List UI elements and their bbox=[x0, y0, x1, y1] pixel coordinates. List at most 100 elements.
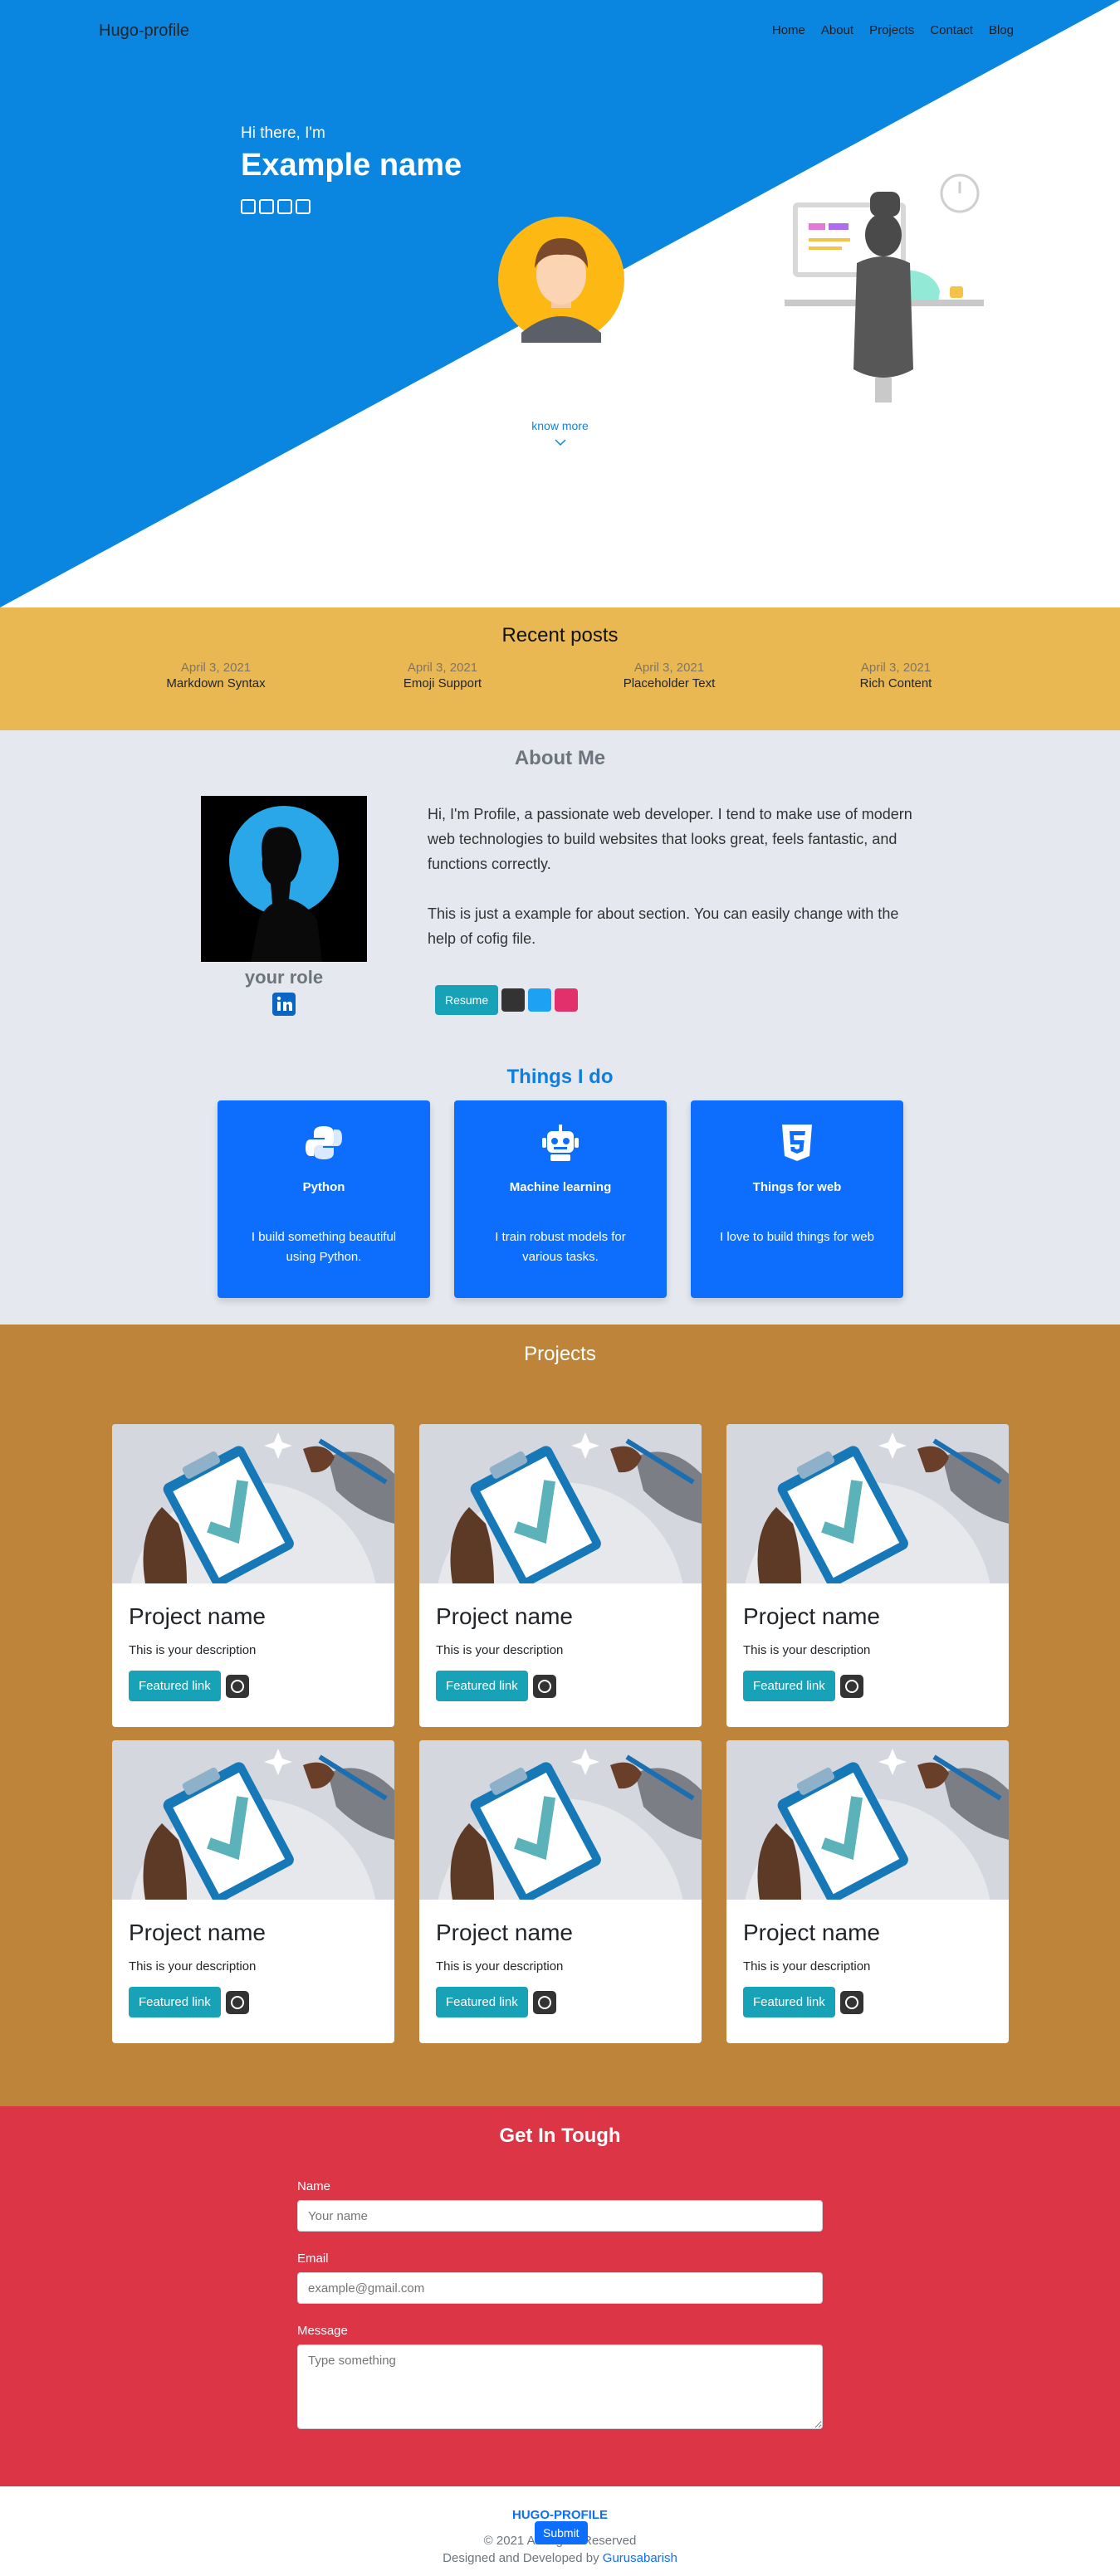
project-name: Project name bbox=[743, 1920, 880, 1945]
post-item[interactable]: April 3, 2021 Placeholder Text bbox=[615, 661, 723, 690]
about-section: About Me your role Hi, I'm Profile, a pa… bbox=[0, 730, 1120, 1325]
about-paragraph: This is just a example for about section… bbox=[428, 905, 899, 947]
projects-title: Projects bbox=[524, 1343, 596, 1365]
featured-link-button[interactable]: Featured link bbox=[743, 1671, 835, 1701]
skill-card-title: Python bbox=[302, 1180, 345, 1194]
instagram-icon[interactable] bbox=[296, 199, 311, 214]
resume-button[interactable]: Resume bbox=[435, 985, 499, 1015]
projects-grid: Project name This is your description Fe… bbox=[112, 1424, 1009, 2043]
nav-link-projects[interactable]: Projects bbox=[869, 23, 914, 37]
post-date: April 3, 2021 bbox=[407, 661, 478, 675]
know-more-link[interactable]: know more bbox=[0, 419, 1120, 432]
developer-link[interactable]: Gurusabarish bbox=[603, 2551, 677, 2565]
contact-section: Get In Tough Name Email Message Submit bbox=[0, 2106, 1120, 2544]
twitter-icon[interactable] bbox=[528, 988, 552, 1012]
avatar bbox=[498, 217, 624, 343]
project-card: Project name This is your description Fe… bbox=[112, 1740, 394, 2043]
submit-button[interactable]: Submit bbox=[535, 2521, 588, 2544]
post-title[interactable]: Emoji Support bbox=[389, 676, 496, 690]
about-paragraph: Hi, I'm Profile, a passionate web develo… bbox=[428, 806, 912, 872]
project-image bbox=[419, 1424, 702, 1583]
post-date: April 3, 2021 bbox=[180, 661, 252, 675]
skill-card-description: I build something beautiful using Python… bbox=[251, 1230, 397, 1264]
project-name: Project name bbox=[743, 1603, 880, 1629]
chevron-down-icon[interactable] bbox=[555, 438, 566, 446]
message-textarea[interactable] bbox=[297, 2344, 823, 2429]
project-image bbox=[419, 1740, 702, 1900]
things-i-do-title: Things I do bbox=[506, 1066, 614, 1088]
project-card: Project name This is your description Fe… bbox=[112, 1424, 394, 1727]
project-image bbox=[112, 1740, 394, 1900]
post-item[interactable]: April 3, 2021 Rich Content bbox=[842, 661, 950, 690]
project-actions: Featured link bbox=[436, 1987, 702, 2017]
featured-link-button[interactable]: Featured link bbox=[436, 1671, 528, 1701]
project-card: Project name This is your description Fe… bbox=[419, 1424, 702, 1727]
featured-link-button[interactable]: Featured link bbox=[436, 1987, 528, 2017]
hero-greeting: Hi there, I'm bbox=[241, 124, 325, 142]
featured-link-button[interactable]: Featured link bbox=[129, 1671, 221, 1701]
footer-credits: Designed and Developed by Gurusabarish bbox=[0, 2551, 1120, 2565]
github-icon[interactable] bbox=[225, 1674, 249, 1698]
project-description: This is your description bbox=[129, 1959, 257, 1973]
recent-posts-list: April 3, 2021 Markdown Syntax April 3, 2… bbox=[0, 647, 1120, 690]
name-input[interactable] bbox=[297, 2200, 823, 2232]
github-icon[interactable] bbox=[532, 1990, 556, 2014]
projects-section: Projects Project name This is your descr… bbox=[0, 1325, 1120, 2106]
footer-credits-prefix: Designed and Developed by bbox=[443, 2551, 599, 2565]
post-item[interactable]: April 3, 2021 Markdown Syntax bbox=[162, 661, 270, 690]
about-actions: Resume bbox=[435, 985, 579, 1015]
project-card: Project name This is your description Fe… bbox=[726, 1740, 1009, 2043]
message-label: Message bbox=[297, 2324, 348, 2338]
recent-posts-section: Recent posts April 3, 2021 Markdown Synt… bbox=[0, 607, 1120, 730]
project-actions: Featured link bbox=[129, 1987, 394, 2017]
twitter-icon[interactable] bbox=[277, 199, 292, 214]
project-name: Project name bbox=[436, 1920, 573, 1945]
post-title[interactable]: Rich Content bbox=[842, 676, 950, 690]
project-description: This is your description bbox=[743, 1959, 871, 1973]
brand-link[interactable]: Hugo-profile bbox=[99, 22, 189, 41]
github-icon[interactable] bbox=[839, 1990, 863, 2014]
nav-link-about[interactable]: About bbox=[821, 23, 853, 37]
about-description: Hi, I'm Profile, a passionate web develo… bbox=[428, 802, 926, 951]
email-input[interactable] bbox=[297, 2272, 823, 2304]
featured-link-button[interactable]: Featured link bbox=[129, 1987, 221, 2017]
instagram-icon[interactable] bbox=[555, 988, 579, 1012]
nav-link-contact[interactable]: Contact bbox=[930, 23, 973, 37]
skill-card-description: I train robust models for various tasks. bbox=[495, 1230, 626, 1264]
nav-link-blog[interactable]: Blog bbox=[989, 23, 1014, 37]
hero-section: Hugo-profile Home About Projects Contact… bbox=[0, 0, 1120, 607]
project-card: Project name This is your description Fe… bbox=[419, 1740, 702, 2043]
about-title: About Me bbox=[514, 747, 606, 769]
post-item[interactable]: April 3, 2021 Emoji Support bbox=[389, 661, 496, 690]
project-actions: Featured link bbox=[129, 1671, 394, 1701]
featured-link-button[interactable]: Featured link bbox=[743, 1987, 835, 2017]
navbar: Hugo-profile Home About Projects Contact… bbox=[0, 0, 1120, 60]
project-actions: Featured link bbox=[743, 1671, 1009, 1701]
post-title[interactable]: Placeholder Text bbox=[615, 676, 723, 690]
project-description: This is your description bbox=[129, 1643, 257, 1657]
linkedin-icon[interactable] bbox=[272, 993, 296, 1016]
project-image bbox=[726, 1424, 1009, 1583]
skill-card-web: Things for web I love to build things fo… bbox=[691, 1100, 903, 1298]
project-image bbox=[112, 1424, 394, 1583]
github-icon[interactable] bbox=[501, 988, 526, 1012]
post-title[interactable]: Markdown Syntax bbox=[162, 676, 270, 690]
project-name: Project name bbox=[436, 1603, 573, 1629]
recent-posts-title: Recent posts bbox=[501, 624, 619, 646]
github-icon[interactable] bbox=[532, 1674, 556, 1698]
email-label: Email bbox=[297, 2252, 329, 2266]
linkedin-icon[interactable] bbox=[259, 199, 274, 214]
github-icon[interactable] bbox=[839, 1674, 863, 1698]
skill-card-title: Things for web bbox=[752, 1180, 842, 1194]
html5-icon bbox=[782, 1125, 812, 1161]
footer-brand[interactable]: HUGO-PROFILE bbox=[0, 2508, 1120, 2522]
developer-illustration bbox=[785, 173, 984, 402]
project-image bbox=[726, 1740, 1009, 1900]
github-icon[interactable] bbox=[241, 199, 256, 214]
profile-picture bbox=[201, 796, 367, 962]
github-icon[interactable] bbox=[225, 1990, 249, 2014]
post-date: April 3, 2021 bbox=[860, 661, 932, 675]
skill-card-description: I love to build things for web bbox=[720, 1230, 874, 1244]
nav-link-home[interactable]: Home bbox=[772, 23, 805, 37]
project-description: This is your description bbox=[436, 1959, 564, 1973]
